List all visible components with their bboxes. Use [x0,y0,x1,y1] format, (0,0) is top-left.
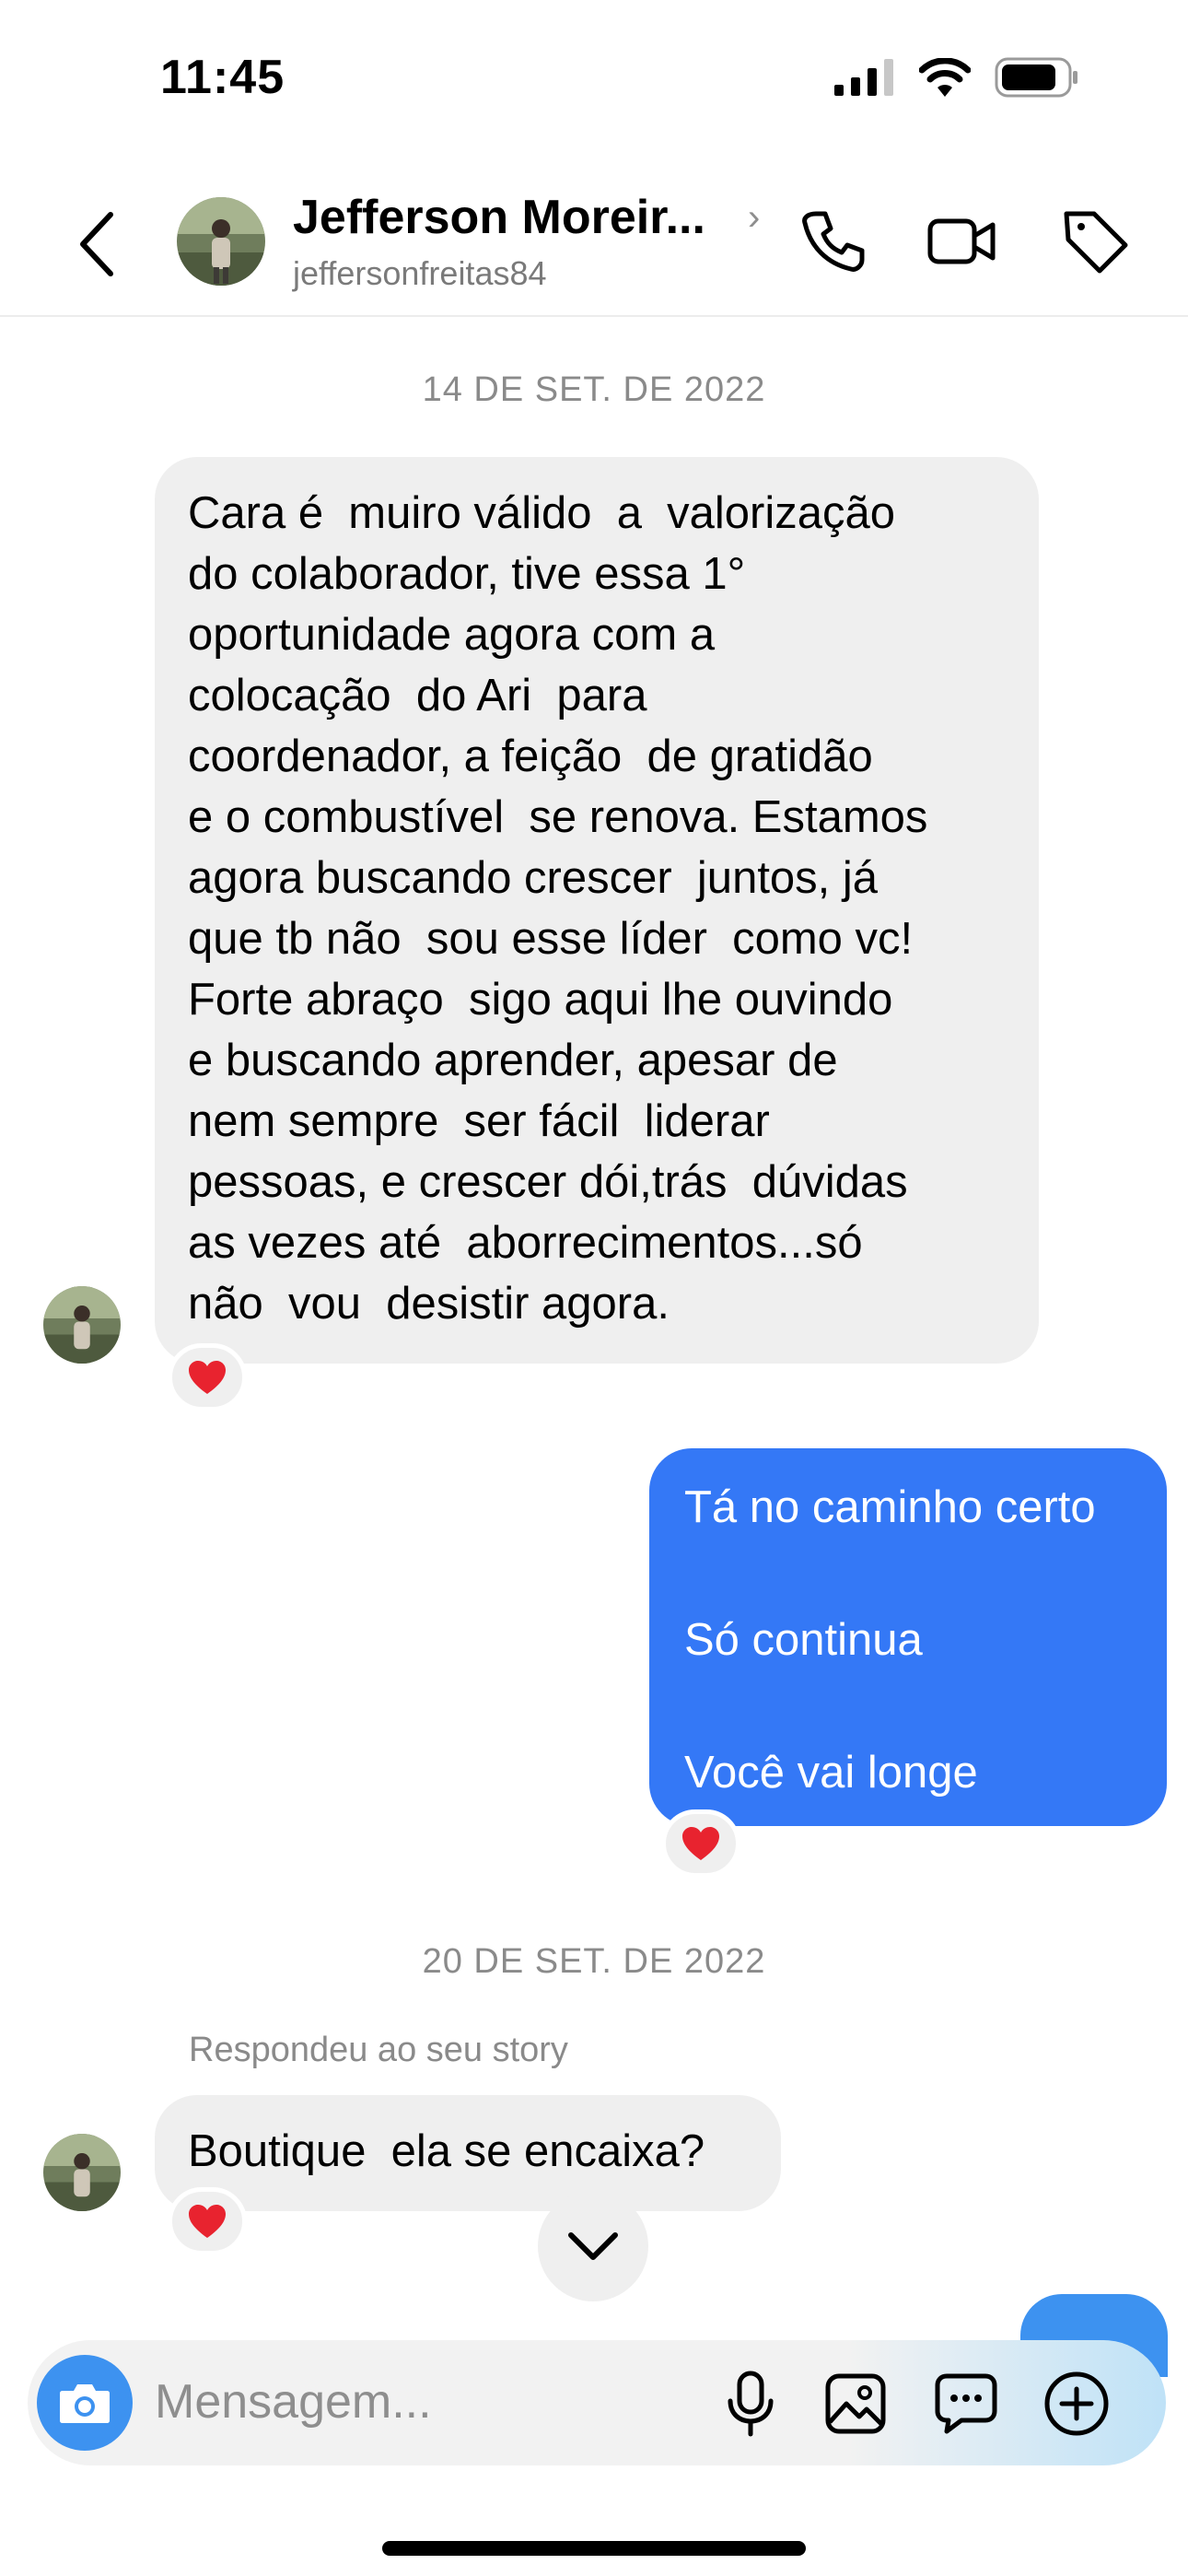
tag-button[interactable] [1059,205,1133,278]
heart-reaction[interactable] [661,1809,740,1878]
video-icon [927,218,996,264]
story-reply-label: Respondeu ao seu story [189,2031,568,2069]
heart-icon [189,1361,226,1394]
incoming-message[interactable]: Cara é muiro válido a valorização do col… [155,457,1039,1364]
sender-avatar[interactable] [43,2134,121,2211]
avatar-photo [43,2134,121,2211]
plus-icon [1044,2371,1109,2436]
status-icons [834,57,1079,98]
date-separator: 20 DE SET. DE 2022 [422,1942,766,1981]
wifi-icon [919,58,971,97]
scroll-to-bottom-button[interactable] [538,2191,648,2301]
status-time: 11:45 [160,51,285,104]
microphone-icon [728,2371,774,2437]
incoming-message[interactable]: Boutique ela se encaixa? [155,2095,781,2211]
back-button[interactable] [70,207,125,281]
cellular-signal-icon [834,59,893,96]
heart-icon [682,1827,719,1860]
avatar-photo [43,1286,121,1364]
call-button[interactable] [796,205,869,278]
heart-icon [189,2205,226,2238]
avatar-photo [177,197,265,286]
contact-username[interactable]: jeffersonfreitas84 [293,254,547,293]
voice-message-button[interactable] [711,2364,790,2443]
outgoing-message[interactable]: Tá no caminho certo Só continua Você vai… [649,1448,1167,1826]
gallery-button[interactable] [816,2364,895,2443]
camera-icon [60,2384,110,2423]
sticker-icon [935,2373,997,2434]
sticker-button[interactable] [926,2364,1006,2443]
contact-name[interactable]: Jefferson Moreir... [293,190,705,245]
chevron-right-icon[interactable]: › [748,197,760,239]
message-input[interactable] [155,2370,689,2434]
camera-button[interactable] [37,2355,133,2451]
phone-icon [802,211,865,272]
video-call-button[interactable] [925,205,998,278]
tag-icon [1064,211,1128,274]
heart-reaction[interactable] [168,2187,247,2255]
message-text: Boutique ela se encaixa? [188,2126,705,2176]
back-icon [80,212,113,276]
more-options-button[interactable] [1037,2364,1116,2443]
sender-avatar[interactable] [43,1286,121,1364]
chevron-down-icon [568,2232,618,2260]
date-separator: 14 DE SET. DE 2022 [422,370,766,409]
heart-reaction[interactable] [168,1343,247,1411]
message-text: Cara é muiro válido a valorização do col… [188,488,928,1329]
contact-avatar[interactable] [177,197,265,286]
home-indicator[interactable] [382,2541,806,2556]
gallery-icon [825,2373,886,2434]
battery-icon [995,57,1077,98]
message-text: Tá no caminho certo Só continua Você vai… [684,1482,1096,1797]
